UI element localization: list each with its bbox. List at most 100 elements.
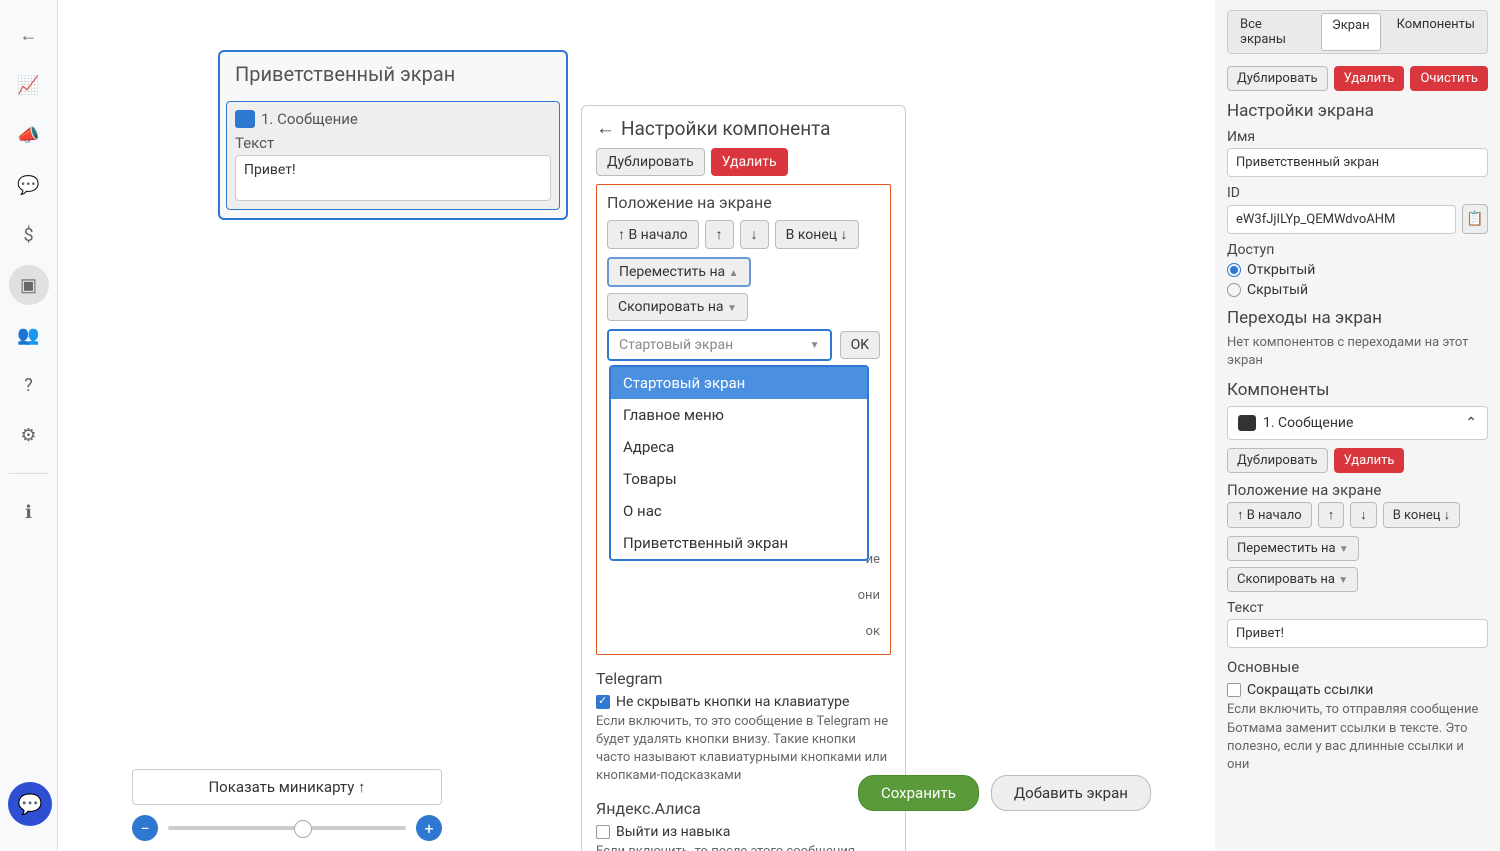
move-up-button[interactable]: ↑: [705, 220, 734, 249]
telegram-checkbox[interactable]: [596, 695, 610, 709]
telegram-title: Telegram: [596, 669, 891, 688]
component-title-row: 1. Сообщение: [235, 106, 551, 134]
zoom-out-button[interactable]: −: [132, 815, 158, 841]
screen-title: Приветственный экран: [220, 52, 566, 96]
comp-to-end-button[interactable]: В конец ↓: [1383, 502, 1460, 528]
move-down-button[interactable]: ↓: [740, 220, 769, 249]
save-button[interactable]: Сохранить: [858, 775, 979, 811]
comp-delete-button[interactable]: Удалить: [1334, 448, 1405, 473]
alice-title: Яндекс.Алиса: [596, 799, 891, 818]
chevron-down-icon: ▼: [810, 340, 820, 351]
id-input[interactable]: [1227, 205, 1456, 234]
comp-copy-to-button[interactable]: Скопировать на ▼: [1227, 567, 1358, 592]
nav-chat-icon[interactable]: 💬: [9, 165, 49, 205]
screen-delete-button[interactable]: Удалить: [1334, 66, 1405, 91]
name-label: Имя: [1227, 129, 1488, 145]
screen-duplicate-button[interactable]: Дублировать: [1227, 66, 1328, 91]
tab-row: Все экраны Экран Компоненты: [1227, 10, 1488, 54]
comp-move-to-button[interactable]: Переместить на ▼: [1227, 536, 1359, 561]
tab-screen[interactable]: Экран: [1321, 13, 1381, 51]
move-to-button[interactable]: Переместить на ▲: [607, 257, 751, 287]
right-panel: Все экраны Экран Компоненты Дублировать …: [1215, 0, 1500, 851]
position-title: Положение на экране: [607, 193, 880, 212]
nav-settings-icon[interactable]: ⚙: [9, 415, 49, 455]
components-title: Компоненты: [1227, 380, 1488, 400]
delete-button[interactable]: Удалить: [711, 148, 788, 176]
zoom-in-button[interactable]: +: [416, 815, 442, 841]
tab-all-screens[interactable]: Все экраны: [1230, 13, 1315, 51]
component-settings: ← Настройки компонента Дублировать Удали…: [581, 105, 906, 851]
hidden-text: ие они ок: [607, 551, 880, 642]
nav-back-icon[interactable]: ←: [9, 15, 49, 55]
telegram-checkbox-label: Не скрывать кнопки на клавиатуре: [616, 694, 849, 710]
text-value[interactable]: Привет!: [235, 155, 551, 201]
comp-up-button[interactable]: ↑: [1318, 502, 1345, 528]
to-end-button[interactable]: В конец ↓: [775, 220, 859, 249]
dropdown-option[interactable]: Главное меню: [611, 399, 867, 431]
screen-select[interactable]: Стартовый экран ▼: [607, 329, 832, 361]
add-screen-button[interactable]: Добавить экран: [991, 775, 1151, 811]
comp-down-button[interactable]: ↓: [1350, 502, 1377, 528]
to-start-button[interactable]: ↑ В начало: [607, 220, 699, 249]
screen-dropdown: Стартовый экран Главное меню Адреса Това…: [609, 365, 869, 561]
dropdown-option[interactable]: Адреса: [611, 431, 867, 463]
shorten-links-checkbox[interactable]: [1227, 683, 1241, 697]
access-hidden-radio[interactable]: [1227, 283, 1241, 297]
duplicate-button[interactable]: Дублировать: [596, 148, 705, 176]
screen-card[interactable]: Приветственный экран 1. Сообщение Текст …: [218, 50, 568, 220]
transitions-title: Переходы на экран: [1227, 308, 1488, 328]
dropdown-option[interactable]: Приветственный экран: [611, 527, 867, 559]
settings-title: Настройки компонента: [621, 117, 831, 140]
nav-info-icon[interactable]: ℹ: [9, 492, 49, 532]
comp-to-start-button[interactable]: ↑ В начало: [1227, 502, 1312, 528]
comp-position-title: Положение на экране: [1227, 481, 1488, 499]
telegram-help: Если включить, то это сообщение в Telegr…: [596, 713, 891, 786]
alice-checkbox[interactable]: [596, 825, 610, 839]
main-title: Основные: [1227, 658, 1488, 676]
nav-users-icon[interactable]: 👥: [9, 315, 49, 355]
name-input[interactable]: [1227, 148, 1488, 177]
chevron-down-icon: ▼: [1339, 544, 1349, 555]
nav-dollar-icon[interactable]: $: [9, 215, 49, 255]
chevron-up-icon: ⌃: [1465, 415, 1477, 431]
component-title: 1. Сообщение: [261, 110, 358, 128]
tab-components[interactable]: Компоненты: [1387, 13, 1485, 51]
zoom-slider[interactable]: [168, 826, 406, 830]
access-hidden-label: Скрытый: [1247, 282, 1308, 298]
chevron-down-icon: ▼: [1338, 575, 1348, 586]
shorten-links-help: Если включить, то отправляя сообщение Бо…: [1227, 701, 1488, 774]
access-open-label: Открытый: [1247, 262, 1315, 278]
comp-text-input[interactable]: [1227, 619, 1488, 648]
comp-duplicate-button[interactable]: Дублировать: [1227, 448, 1328, 473]
bottom-bar: Показать миникарту ↑ − +: [116, 769, 458, 841]
shorten-links-label: Сокращать ссылки: [1247, 682, 1373, 698]
back-arrow-icon[interactable]: ←: [596, 116, 615, 140]
position-section: Положение на экране ↑ В начало ↑ ↓ В кон…: [596, 184, 891, 655]
access-open-radio[interactable]: [1227, 263, 1241, 277]
canvas: Приветственный экран 1. Сообщение Текст …: [58, 0, 1215, 851]
component-accordion[interactable]: 1. Сообщение ⌃: [1227, 406, 1488, 440]
text-label: Текст: [235, 134, 551, 152]
access-label: Доступ: [1227, 242, 1488, 258]
dropdown-option[interactable]: Товары: [611, 463, 867, 495]
copy-to-button[interactable]: Скопировать на ▼: [607, 293, 748, 321]
dropdown-option[interactable]: Стартовый экран: [611, 367, 867, 399]
copy-id-button[interactable]: 📋: [1462, 204, 1488, 234]
nav-divider: [9, 473, 49, 474]
dropdown-option[interactable]: О нас: [611, 495, 867, 527]
component-accordion-label: 1. Сообщение: [1263, 415, 1353, 431]
transitions-empty: Нет компонентов с переходами на этот экр…: [1227, 334, 1488, 370]
nav-chart-icon[interactable]: 📈: [9, 65, 49, 105]
screen-clear-button[interactable]: Очистить: [1410, 66, 1487, 91]
nav-megaphone-icon[interactable]: 📣: [9, 115, 49, 155]
alice-checkbox-label: Выйти из навыка: [616, 824, 730, 840]
message-icon: [235, 110, 255, 128]
chat-fab[interactable]: 💬: [8, 782, 52, 826]
nav-canvas-icon[interactable]: ▣: [9, 265, 49, 305]
ok-button[interactable]: OK: [840, 331, 880, 359]
component-block[interactable]: 1. Сообщение Текст Привет!: [226, 101, 560, 210]
show-minimap-button[interactable]: Показать миникарту ↑: [132, 769, 442, 805]
nav-help-icon[interactable]: ?: [9, 365, 49, 405]
chevron-up-icon: ▲: [729, 268, 739, 279]
nav-rail: ← 📈 📣 💬 $ ▣ 👥 ? ⚙ ℹ: [0, 0, 58, 851]
